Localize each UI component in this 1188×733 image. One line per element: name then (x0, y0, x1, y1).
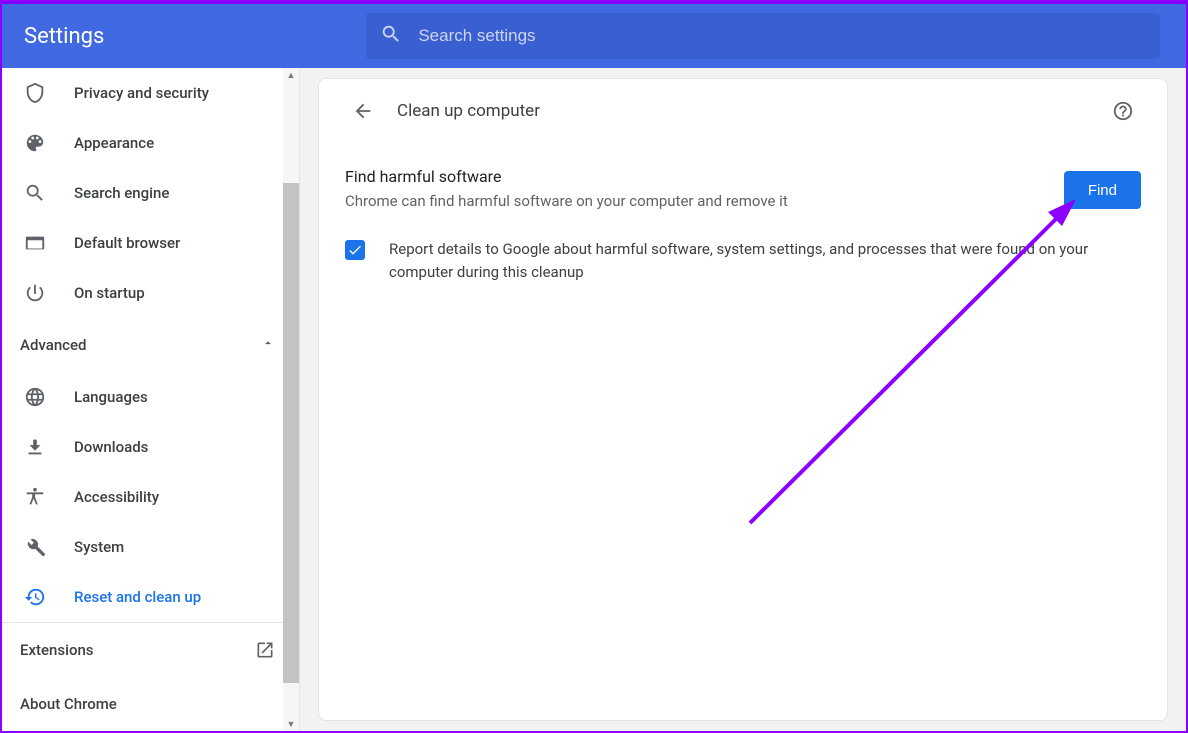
sidebar-item-label: System (74, 538, 124, 556)
sidebar-item-label: Appearance (74, 134, 154, 152)
sidebar-item-label: Search engine (74, 184, 169, 202)
sidebar-item-system[interactable]: System (2, 522, 299, 572)
accessibility-icon (24, 486, 46, 508)
sidebar-section-advanced[interactable]: Advanced (2, 318, 299, 372)
sidebar-scrollbar[interactable]: ▲ ▼ (283, 68, 299, 731)
sidebar-item-label: Privacy and security (74, 84, 209, 102)
report-checkbox[interactable] (345, 240, 365, 260)
sidebar-item-privacy[interactable]: Privacy and security (2, 68, 299, 118)
extensions-label: Extensions (20, 641, 94, 659)
sidebar-item-extensions[interactable]: Extensions (2, 623, 299, 677)
download-icon (24, 436, 46, 458)
sidebar-item-on-startup[interactable]: On startup (2, 268, 299, 318)
app-title: Settings (24, 24, 104, 49)
open-in-new-icon (255, 640, 275, 660)
app-header: Settings (2, 2, 1186, 68)
search-icon (380, 23, 402, 49)
sidebar-item-label: Accessibility (74, 488, 159, 506)
palette-icon (24, 132, 46, 154)
settings-card: Clean up computer Find harmful software … (318, 78, 1168, 721)
search-icon (24, 182, 46, 204)
sidebar-item-accessibility[interactable]: Accessibility (2, 472, 299, 522)
scroll-down-icon[interactable]: ▼ (283, 717, 299, 731)
sidebar-item-label: Reset and clean up (74, 588, 201, 606)
sidebar-item-default-browser[interactable]: Default browser (2, 218, 299, 268)
globe-icon (24, 386, 46, 408)
sidebar-item-label: On startup (74, 284, 145, 302)
sidebar-item-downloads[interactable]: Downloads (2, 422, 299, 472)
advanced-label: Advanced (20, 336, 86, 354)
section-subtitle: Chrome can find harmful software on your… (345, 192, 1044, 210)
sidebar-item-label: Downloads (74, 438, 148, 456)
sidebar-item-label: Languages (74, 388, 148, 406)
wrench-icon (24, 536, 46, 558)
sidebar-item-about[interactable]: About Chrome (2, 677, 299, 731)
sidebar-item-appearance[interactable]: Appearance (2, 118, 299, 168)
power-icon (24, 282, 46, 304)
chevron-up-icon (261, 336, 275, 354)
search-input[interactable] (418, 26, 1146, 46)
find-harmful-section: Find harmful software Chrome can find ha… (345, 143, 1141, 285)
page-title: Clean up computer (397, 101, 540, 121)
section-title: Find harmful software (345, 167, 1044, 186)
scroll-up-icon[interactable]: ▲ (283, 68, 299, 82)
shield-icon (24, 82, 46, 104)
report-row: Report details to Google about harmful s… (345, 238, 1141, 285)
back-button[interactable] (345, 93, 381, 129)
restore-icon (24, 586, 46, 608)
sidebar-item-reset[interactable]: Reset and clean up (2, 572, 299, 622)
find-button[interactable]: Find (1064, 171, 1141, 209)
search-box[interactable] (366, 13, 1160, 59)
card-header: Clean up computer (345, 79, 1141, 143)
sidebar-item-label: Default browser (74, 234, 180, 252)
sidebar: Privacy and security Appearance Search e… (2, 68, 300, 731)
browser-icon (24, 232, 46, 254)
sidebar-item-languages[interactable]: Languages (2, 372, 299, 422)
help-button[interactable] (1105, 93, 1141, 129)
about-label: About Chrome (20, 695, 117, 713)
main-content: Clean up computer Find harmful software … (300, 68, 1186, 731)
report-text: Report details to Google about harmful s… (389, 238, 1119, 285)
scroll-thumb[interactable] (283, 183, 299, 683)
sidebar-item-search-engine[interactable]: Search engine (2, 168, 299, 218)
